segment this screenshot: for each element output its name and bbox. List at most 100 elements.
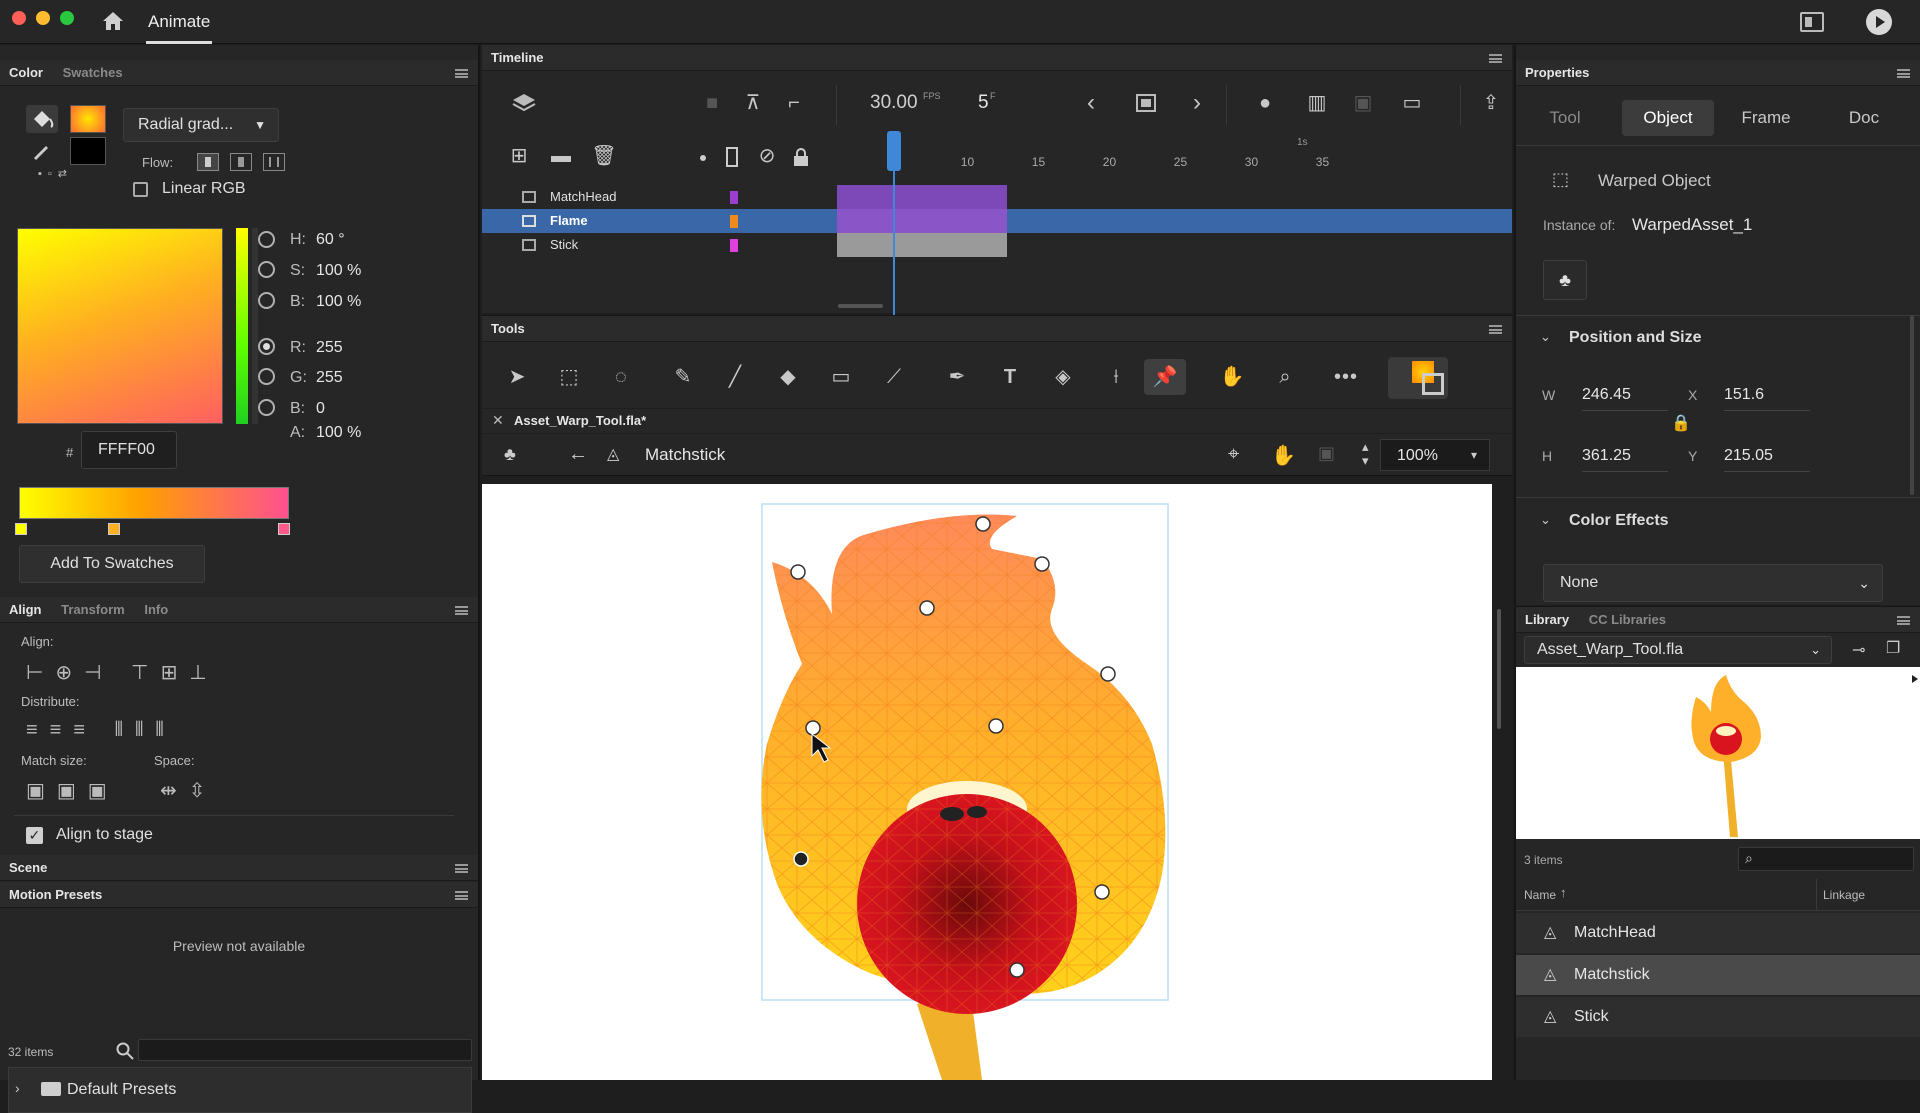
h-radio[interactable] (258, 231, 275, 248)
tab-cc-libraries[interactable]: CC Libraries (1589, 612, 1666, 627)
layer-color-tag[interactable] (730, 239, 738, 252)
more-tools-icon[interactable]: ••• (1331, 363, 1361, 391)
home-icon[interactable] (100, 9, 126, 33)
tab-color[interactable]: Color (9, 65, 43, 80)
lasso-tool-icon[interactable]: ◌ (606, 363, 636, 391)
color-field[interactable] (17, 228, 223, 424)
library-search-input[interactable]: ⌕ (1738, 847, 1914, 871)
hand-tool-icon[interactable]: ✋ (1217, 363, 1247, 391)
gradient-stop-yellow[interactable] (15, 523, 27, 535)
timeline-scrollbar[interactable] (838, 304, 883, 308)
rectangle-tool-icon[interactable]: ▭ (826, 363, 856, 391)
position-size-header[interactable]: Position and Size (1569, 329, 1701, 347)
sync-icon[interactable]: ▣ (1348, 89, 1378, 117)
align-to-stage-checkbox[interactable]: ✓ (26, 827, 43, 844)
free-transform-tool-icon[interactable]: ⬚ (554, 363, 584, 391)
line-tool-icon[interactable]: ⟋ (879, 363, 909, 391)
highlight-dot-icon[interactable] (700, 155, 706, 161)
app-title-tab[interactable]: Animate (146, 0, 213, 44)
panel-menu-icon[interactable] (455, 69, 468, 78)
r-value[interactable]: 255 (316, 339, 343, 357)
tab-doc[interactable]: Doc (1818, 100, 1910, 136)
space-buttons[interactable]: ⇹⇳ (160, 778, 230, 804)
layer-row-matchhead[interactable]: MatchHead (482, 185, 1512, 209)
onion-skin-icon[interactable]: ● (1250, 89, 1280, 117)
add-to-swatches-button[interactable]: Add To Swatches (19, 545, 205, 583)
stroke-pencil-icon[interactable] (30, 140, 52, 162)
color-swatches-tool[interactable] (1388, 357, 1448, 399)
panel-menu-icon[interactable] (455, 606, 468, 615)
eyedropper-tool-icon[interactable]: ⟊ (1101, 363, 1131, 391)
layer-color-tag[interactable] (730, 191, 738, 204)
presets-search-input[interactable] (138, 1039, 472, 1061)
parenting-icon[interactable]: ⊼ (738, 89, 768, 117)
layer-row-flame[interactable]: Flame (482, 209, 1512, 233)
layer-color-tag[interactable] (730, 215, 738, 228)
lock-icon[interactable] (793, 148, 809, 166)
tab-transform[interactable]: Transform (61, 602, 125, 617)
flow-extend-button[interactable] (197, 153, 219, 171)
tab-info[interactable]: Info (144, 602, 168, 617)
stage[interactable] (482, 484, 1492, 1080)
flow-reflect-button[interactable] (230, 153, 252, 171)
tween-span-flame[interactable] (837, 209, 1007, 233)
fill-bucket-icon[interactable] (26, 105, 58, 133)
y-value[interactable]: 215.05 (1724, 447, 1810, 472)
panel-menu-icon[interactable] (455, 891, 468, 900)
r-radio[interactable] (258, 338, 275, 355)
eraser-tool-icon[interactable]: ◆ (773, 363, 803, 391)
graph-icon[interactable]: ⌐ (779, 89, 809, 117)
hex-input[interactable]: FFFF00 (81, 431, 177, 469)
tab-object[interactable]: Object (1622, 100, 1714, 136)
tab-library[interactable]: Library (1525, 612, 1569, 627)
gradient-stop-pink[interactable] (278, 523, 290, 535)
back-arrow-icon[interactable]: ← (568, 443, 588, 466)
minimize-window-button[interactable] (36, 11, 50, 25)
s-value[interactable]: 100 % (316, 262, 361, 280)
chevron-down-icon[interactable]: ⌄ (1540, 512, 1551, 528)
panel-menu-icon[interactable] (455, 864, 468, 873)
h-value[interactable]: 361.25 (1582, 447, 1668, 472)
paint-brush-tool-icon[interactable]: ✎ (668, 363, 698, 391)
h-value[interactable]: 60 ° (316, 231, 345, 249)
linear-rgb-checkbox[interactable] (133, 182, 148, 197)
next-frame-icon[interactable]: › (1182, 89, 1212, 117)
flow-repeat-button[interactable] (263, 153, 285, 171)
playhead[interactable] (886, 131, 901, 339)
prev-frame-icon[interactable]: ‹ (1076, 89, 1106, 117)
paint-bucket-tool-icon[interactable]: ◈ (1048, 363, 1078, 391)
library-item-stick[interactable]: ◬ Stick (1516, 997, 1920, 1037)
g-value[interactable]: 255 (316, 369, 343, 387)
match-size-buttons[interactable]: ▣▣▣ (26, 778, 136, 804)
color-effect-dropdown[interactable]: None ⌄ (1543, 564, 1883, 602)
b-value[interactable]: 100 % (316, 293, 361, 311)
library-item-matchhead[interactable]: ◬ MatchHead (1516, 913, 1920, 953)
edit-multiple-frames-icon[interactable]: ▥ (1302, 89, 1332, 117)
delete-layer-icon[interactable]: 🗑 (589, 142, 619, 170)
play-test-icon[interactable] (1866, 9, 1892, 35)
snap-icon[interactable]: ⌖ (1228, 443, 1239, 466)
b2-value[interactable]: 0 (316, 400, 325, 418)
properties-scrollbar[interactable] (1910, 315, 1914, 495)
a-value[interactable]: 100 % (316, 424, 361, 442)
close-window-button[interactable] (12, 11, 26, 25)
workspace-layout-icon[interactable] (1800, 12, 1824, 32)
tab-align[interactable]: Align (9, 602, 42, 617)
selection-tool-icon[interactable]: ➤ (502, 363, 532, 391)
instance-value[interactable]: WarpedAsset_1 (1632, 215, 1752, 235)
distribute-buttons-row[interactable]: ≡≡≡ ⫴⫴⫴ (26, 719, 356, 745)
breadcrumb-symbol[interactable]: Matchstick (645, 445, 725, 465)
panel-menu-icon[interactable] (1489, 325, 1502, 334)
chevron-right-icon[interactable]: › (15, 1080, 20, 1096)
x-value[interactable]: 151.6 (1724, 386, 1810, 411)
swap-symbol-button[interactable]: ♣ (1543, 260, 1587, 300)
text-tool-icon[interactable]: T (995, 363, 1025, 391)
column-name[interactable]: Name (1524, 888, 1556, 902)
frame-ruler[interactable]: 1s 5101520253035 (837, 131, 1502, 181)
rotate-stage-icon[interactable]: ✋ (1271, 443, 1296, 468)
swap-colors-icons[interactable]: ▪▫⇄ (38, 167, 98, 183)
fill-color-swatch[interactable] (70, 105, 106, 133)
frame-span-stick[interactable] (837, 233, 1007, 257)
gradient-stop-orange[interactable] (108, 523, 120, 535)
sort-asc-icon[interactable]: ↑ (1560, 885, 1567, 900)
